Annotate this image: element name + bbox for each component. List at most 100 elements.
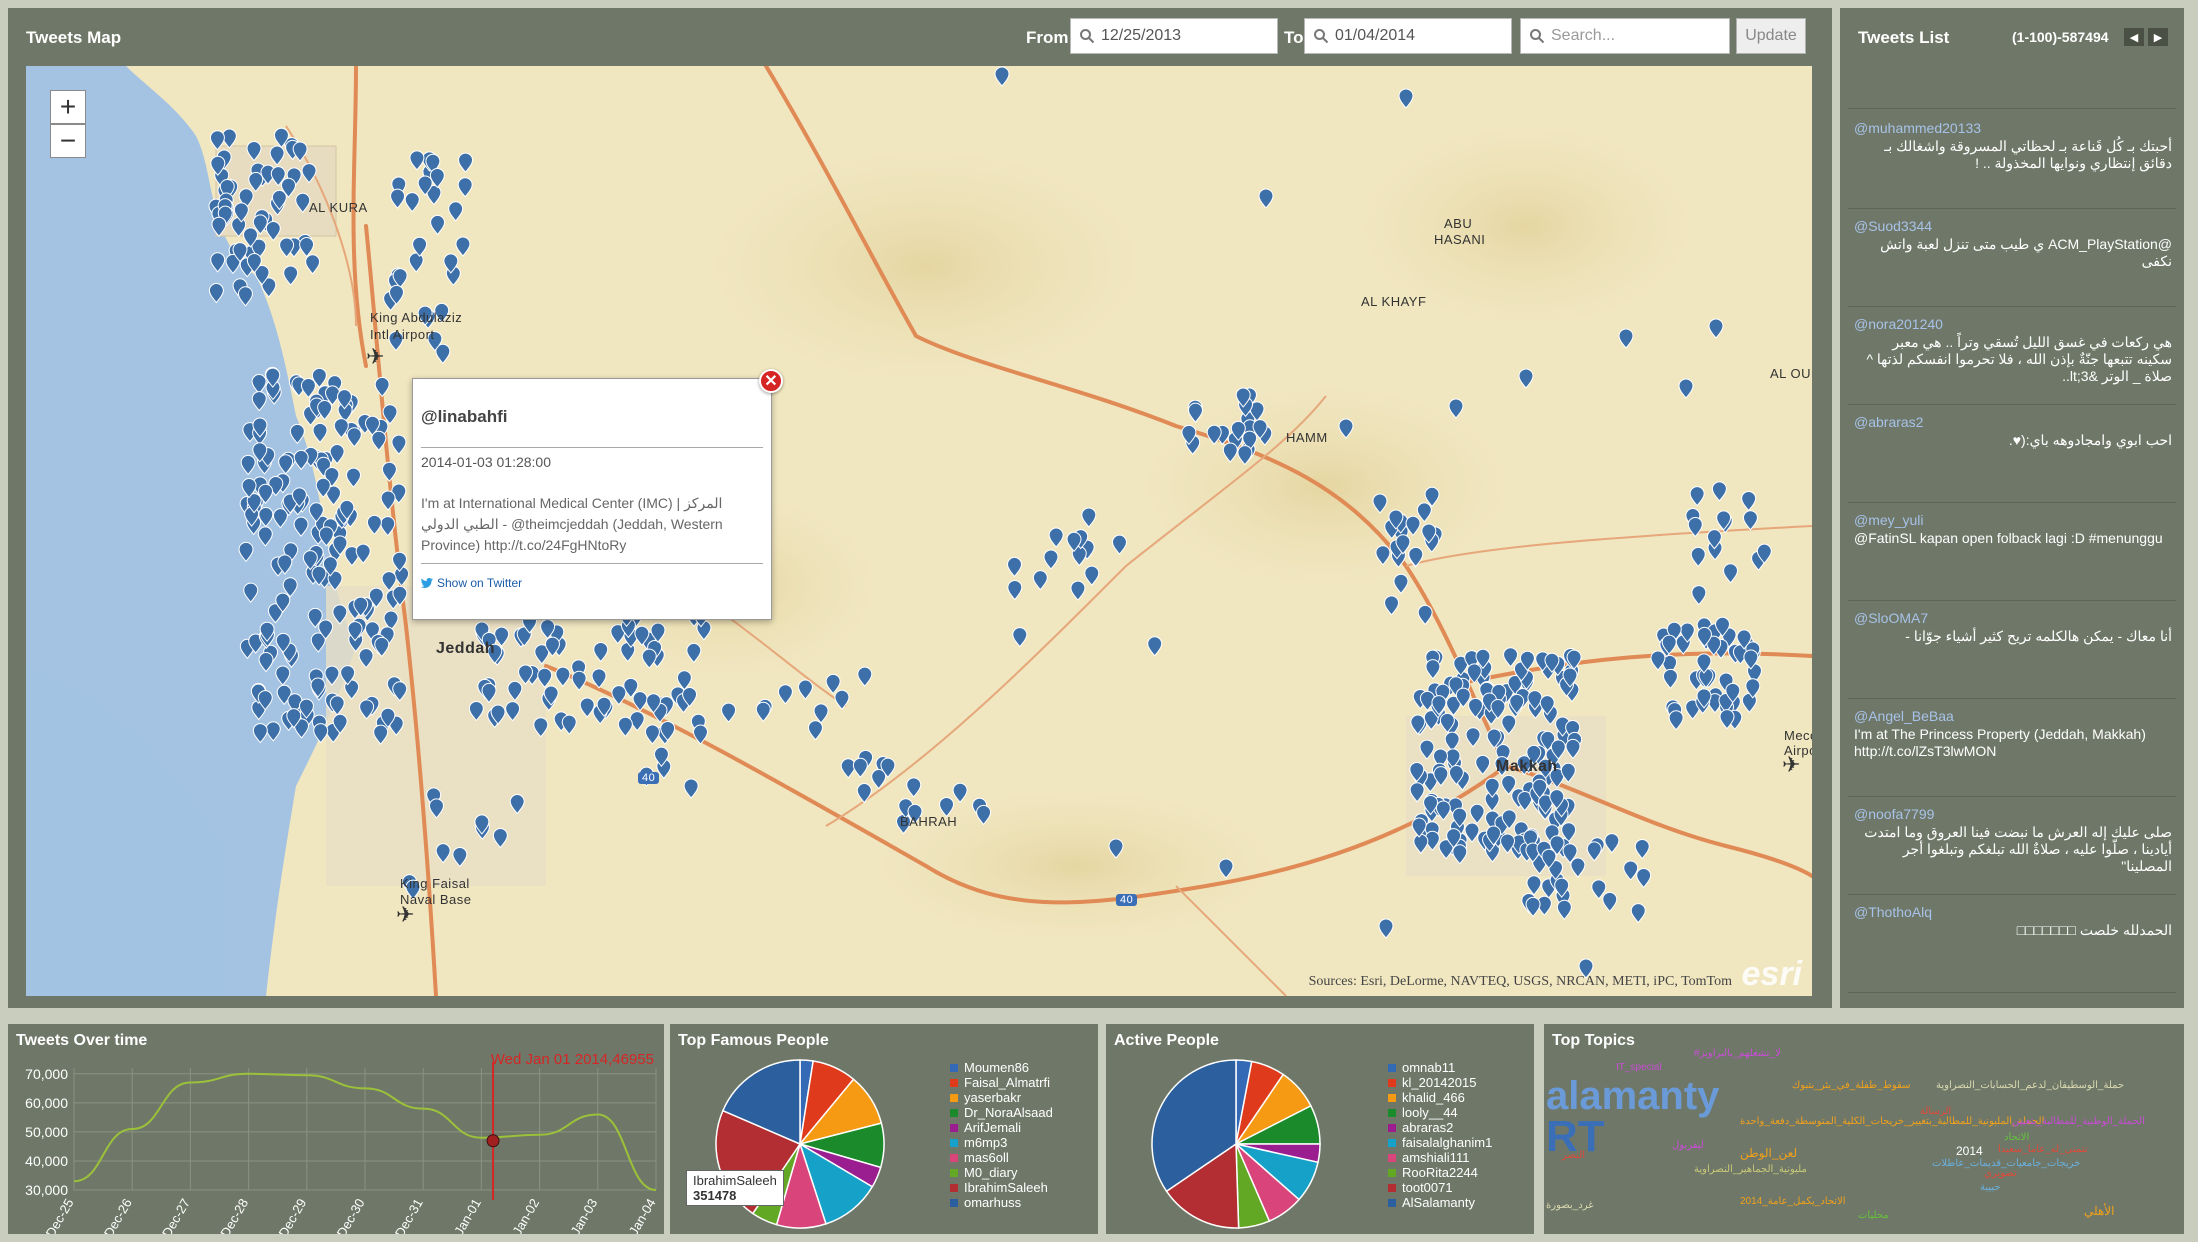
update-button[interactable]: Update [1736, 18, 1806, 54]
legend-label: looly__44 [1402, 1105, 1458, 1120]
close-icon[interactable]: ✕ [759, 369, 783, 393]
legend-swatch [950, 1168, 958, 1177]
topic-word[interactable]: ليفربول [1672, 1140, 1704, 1151]
next-page-button[interactable]: ▶ [2148, 28, 2168, 46]
tweet-username[interactable]: @mey_yuli [1854, 512, 2172, 528]
x-tick-label: Dec-26 [101, 1196, 135, 1234]
topic-word[interactable]: نتمنى_له_عاما_سعيدا [1998, 1144, 2088, 1155]
tweet-username[interactable]: @SloOMA7 [1854, 610, 2172, 626]
topic-word[interactable]: سقوط_طفلة_في_بئر_بتبوك [1792, 1080, 1910, 1091]
legend-item[interactable]: Moumen86 [950, 1060, 1053, 1075]
topic-word[interactable]: تصويري [1984, 1168, 2017, 1179]
list-divider [1848, 208, 2176, 209]
search-input[interactable] [1551, 27, 1701, 45]
legend-item[interactable]: abraras2 [1388, 1120, 1492, 1135]
list-divider [1848, 600, 2176, 601]
tweet-username[interactable]: @Angel_BeBaa [1854, 708, 2172, 724]
topic-word[interactable]: #لا_تشغلهم_بالبراويز [1694, 1048, 1781, 1059]
tweet-username[interactable]: @ThothoAlq [1854, 904, 2172, 920]
active-people-pie[interactable] [1146, 1054, 1326, 1234]
prev-page-button[interactable]: ◀ [2124, 28, 2144, 46]
marker-label: Wed Jan 01 2014,46955 [491, 1051, 654, 1068]
famous-legend: Moumen86 Faisal_Almatrfi yaserbakr Dr_NoraA… [950, 1060, 1053, 1210]
topic-word[interactable]: الرسالة [1920, 1106, 1951, 1117]
tweet-username[interactable]: @muhammed20133 [1854, 120, 2172, 136]
legend-label: RooRita2244 [1402, 1165, 1478, 1180]
topic-word[interactable]: محليات [1858, 1210, 1889, 1221]
legend-item[interactable]: yaserbakr [950, 1090, 1053, 1105]
topic-word[interactable]: النصر [1562, 1150, 1585, 1161]
tweet-item[interactable]: @nora201240 هي ركعات في غسق الليل تُسقي و… [1854, 316, 2172, 385]
legend-item[interactable]: AlSalamanty [1388, 1195, 1492, 1210]
tweets-over-time-chart[interactable]: 30,000 40,000 50,000 60,000 70,000 Dec-25 Dec-… [8, 1044, 664, 1234]
list-divider [1848, 108, 2176, 109]
topic-word[interactable]: الحملة_الوطنية_للمطالبة_بتعيين [2012, 1116, 2145, 1127]
legend-swatch [950, 1153, 958, 1162]
tweet-item[interactable]: @mey_yuli @FatinSL kapan open folback lag… [1854, 512, 2172, 547]
tweet-item[interactable]: @Angel_BeBaa I'm at The Princess Property… [1854, 708, 2172, 760]
list-divider [1848, 404, 2176, 405]
legend-item[interactable]: RooRita2244 [1388, 1165, 1492, 1180]
tweet-item[interactable]: @Suod3344 @ACM_PlayStation ي طيب متى تنزل… [1854, 218, 2172, 270]
legend-label: AlSalamanty [1402, 1195, 1475, 1210]
legend-item[interactable]: M0_diary [950, 1165, 1053, 1180]
tweet-item[interactable]: @abraras2 احب ابوي وامجادوهه باي:(♥. [1854, 414, 2172, 449]
tweet-item[interactable]: @muhammed20133 أحبتك بـ كُل قَناعة بـ لحظ… [1854, 120, 2172, 172]
search-icon [1080, 29, 1095, 44]
legend-item[interactable]: omarhuss [950, 1195, 1053, 1210]
tweet-username[interactable]: @abraras2 [1854, 414, 2172, 430]
topic-word[interactable]: حملة_الوسطيفان_لدعم_الحسابات_النصراوية [1936, 1080, 2124, 1091]
legend-item[interactable]: khalid_466 [1388, 1090, 1492, 1105]
topic-word[interactable]: مليونية_الجماهير_النصراوية [1694, 1164, 1807, 1175]
to-date-field[interactable] [1304, 18, 1512, 54]
legend-label: faisalalghanim1 [1402, 1135, 1493, 1150]
twitter-bird-icon [421, 578, 433, 588]
topic-word[interactable]: الحملة_المليونية_للمطالبة_بتغيير_خريجات_… [1740, 1116, 2044, 1127]
legend-swatch [1388, 1123, 1396, 1132]
legend-item[interactable]: looly__44 [1388, 1105, 1492, 1120]
tweet-item[interactable]: @SloOMA7 أنا معاك - يمكن هالكلمه تريح كثي… [1854, 610, 2172, 645]
zoom-in-button[interactable]: + [50, 90, 86, 124]
legend-item[interactable]: faisalalghanim1 [1388, 1135, 1492, 1150]
topic-word[interactable]: غرد_بصورة [1546, 1200, 1593, 1211]
legend-item[interactable]: amshiali111 [1388, 1150, 1492, 1165]
legend-item[interactable]: omnab11 [1388, 1060, 1492, 1075]
show-on-twitter-link[interactable]: Show on Twitter [421, 576, 522, 590]
legend-item[interactable]: m6mp3 [950, 1135, 1053, 1150]
basemap[interactable] [26, 66, 1812, 996]
to-date-input[interactable] [1335, 27, 1485, 45]
topic-word[interactable]: حبيبة [1980, 1182, 2001, 1193]
tweet-username[interactable]: @noofa7799 [1854, 806, 2172, 822]
topic-word[interactable]: IT_special [1616, 1062, 1662, 1073]
to-label: To [1284, 28, 1304, 47]
from-date-field[interactable] [1070, 18, 1278, 54]
legend-item[interactable]: IbrahimSaleeh [950, 1180, 1053, 1195]
x-tick-label: Jan-01 [451, 1196, 484, 1234]
tweet-item[interactable]: @ThothoAlq الحمدلله خلصت □□□□□□□ [1854, 904, 2172, 939]
legend-item[interactable]: toot0071 [1388, 1180, 1492, 1195]
zoom-out-button[interactable]: − [50, 124, 86, 158]
topic-word[interactable]: 2014 [1956, 1144, 1983, 1158]
tweet-item[interactable]: @noofa7799 صلى عليك إله العرش ما نبضت فين… [1854, 806, 2172, 875]
famous-people-pie[interactable] [710, 1054, 890, 1234]
legend-item[interactable]: Faisal_Almatrfi [950, 1075, 1053, 1090]
legend-label: toot0071 [1402, 1180, 1453, 1195]
legend-item[interactable]: ArifJemali [950, 1120, 1053, 1135]
topic-word[interactable]: الاتحاد_يكمل_عامة_2014 [1740, 1196, 1846, 1207]
map-view[interactable]: + − AL KURA King Abdulaziz Intl Airport … [26, 66, 1812, 996]
legend-label: amshiali111 [1402, 1150, 1470, 1165]
search-field[interactable] [1520, 18, 1730, 54]
place-label: Jeddah [436, 640, 496, 657]
topic-word[interactable]: الأهلي [2084, 1204, 2114, 1218]
legend-swatch [1388, 1168, 1396, 1177]
tweet-username[interactable]: @nora201240 [1854, 316, 2172, 332]
legend-item[interactable]: Dr_NoraAlsaad [950, 1105, 1053, 1120]
topic-word[interactable]: الاتحاد [2004, 1132, 2029, 1143]
place-label: Intl Airport [370, 327, 435, 342]
topic-word[interactable]: لعن_الوطن [1740, 1146, 1797, 1160]
legend-swatch [1388, 1063, 1396, 1072]
tweet-username[interactable]: @Suod3344 [1854, 218, 2172, 234]
from-date-input[interactable] [1101, 27, 1251, 45]
legend-item[interactable]: kl_20142015 [1388, 1075, 1492, 1090]
legend-item[interactable]: mas6oll [950, 1150, 1053, 1165]
